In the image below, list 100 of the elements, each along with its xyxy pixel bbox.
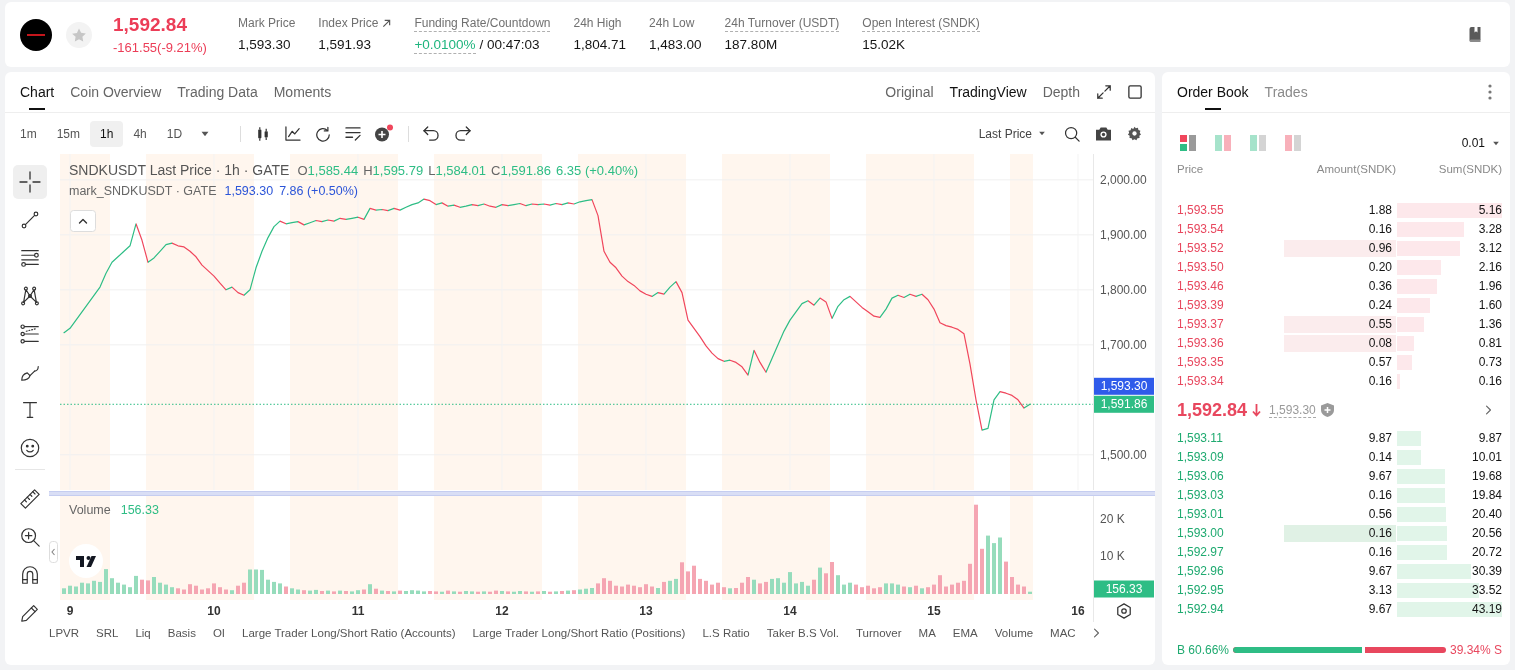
indicator-tab[interactable]: EMA — [952, 627, 978, 639]
add-icon[interactable] — [375, 124, 395, 143]
indicator-tab[interactable]: Large Trader Long/Short Ratio (Accounts) — [242, 627, 456, 639]
trend-line-icon[interactable] — [19, 209, 41, 231]
chevron-right-icon[interactable] — [1092, 627, 1100, 639]
chevron-right-icon[interactable] — [1485, 404, 1492, 416]
volume-bar — [542, 591, 546, 594]
magnet-icon[interactable] — [19, 564, 41, 586]
volume-bar — [578, 589, 582, 594]
volume-bar — [374, 588, 378, 594]
settings-icon[interactable] — [1127, 126, 1142, 141]
indicator-tab[interactable]: LPVR — [49, 627, 80, 639]
volume-bar — [902, 586, 906, 594]
pattern-icon[interactable] — [19, 285, 41, 307]
line-chart-icon[interactable] — [285, 126, 302, 141]
stat-label: 24h Low — [649, 15, 695, 32]
axis-label: 14 — [783, 604, 797, 618]
logo-icon — [20, 18, 52, 51]
indicator-tab[interactable]: OI — [212, 627, 226, 639]
indicator-tab[interactable]: Liq — [135, 627, 151, 639]
indicator-tab[interactable]: Taker B.S Vol. — [766, 627, 839, 639]
volume-bar — [254, 569, 258, 594]
interval-tab[interactable]: 15m — [46, 120, 90, 147]
volume-bar — [968, 563, 972, 594]
pencil-icon[interactable] — [19, 602, 41, 624]
interval-tab[interactable]: 1D — [156, 120, 193, 147]
redo-icon[interactable] — [455, 126, 472, 141]
sum-value: 20.40 — [1471, 507, 1502, 521]
volume-bar — [512, 591, 516, 594]
volume-bar — [392, 591, 396, 594]
indicator-tab[interactable]: Turnover — [856, 627, 902, 639]
camera-icon[interactable] — [1096, 126, 1111, 141]
volume-bar — [566, 590, 570, 594]
sum-value: 0.81 — [1478, 336, 1502, 350]
volume-bar — [128, 587, 132, 594]
indicator-tab[interactable]: MAC — [1050, 627, 1076, 639]
chart-tab[interactable]: Moments — [273, 72, 332, 112]
axis-label: 1,500.00 — [1100, 447, 1147, 462]
indicator-tab[interactable]: Basis — [167, 627, 196, 639]
search-icon[interactable] — [1064, 125, 1080, 142]
volume-bar — [170, 587, 174, 594]
caret-icon[interactable] — [200, 130, 211, 137]
shield-icon[interactable] — [1320, 403, 1334, 417]
volume-bar — [926, 587, 930, 594]
amount-cell: 0.16 — [1284, 524, 1396, 542]
settings-icon[interactable] — [1117, 603, 1131, 619]
volume-bar — [500, 591, 504, 594]
indicator-tab[interactable]: Large Trader Long/Short Ratio (Positions) — [472, 627, 686, 639]
indicator-tab[interactable]: L.S Ratio — [702, 627, 750, 639]
volume-bar — [470, 591, 474, 594]
funding-rate: +0.0100% — [414, 35, 476, 54]
sum-value: 3.12 — [1478, 241, 1502, 255]
chart-tab[interactable]: Coin Overview — [70, 72, 162, 112]
volume-bar — [398, 590, 402, 594]
volume-bar — [524, 591, 528, 594]
ruler-icon[interactable] — [19, 488, 41, 510]
chart-tab[interactable]: Trading Data — [177, 72, 258, 112]
zoom-icon[interactable] — [19, 526, 41, 548]
bid-price: 1,593.01 — [1177, 507, 1225, 521]
volume-bar — [356, 590, 360, 594]
parallel-lines-icon[interactable] — [19, 247, 41, 269]
price-source-dropdown[interactable]: Last Price — [978, 126, 1046, 141]
refresh-icon[interactable] — [315, 125, 332, 142]
axis-label: 1,800.00 — [1100, 282, 1147, 297]
square-icon[interactable] — [1128, 85, 1142, 99]
interval-tab[interactable]: 1m — [10, 120, 47, 147]
view-tab[interactable]: TradingView — [949, 84, 1027, 100]
precision-dropdown[interactable]: 0.01 — [1461, 136, 1502, 150]
indicator-tab[interactable]: SRL — [96, 627, 119, 639]
undo-icon[interactable] — [423, 126, 440, 141]
emoji-icon[interactable] — [19, 437, 41, 459]
interval-tab[interactable]: 4h — [123, 120, 157, 147]
book-icon[interactable] — [1469, 27, 1481, 42]
chevron-up-icon[interactable] — [70, 210, 96, 232]
bid-price: 1,592.97 — [1177, 545, 1225, 559]
mid-price: 1,592.84 — [1177, 399, 1248, 421]
fibonacci-icon[interactable] — [19, 323, 41, 345]
layout-both-icon[interactable] — [1180, 135, 1196, 151]
crosshair-icon[interactable] — [13, 165, 47, 199]
volume-bar — [854, 584, 858, 594]
sum-value: 1.36 — [1478, 317, 1502, 331]
indicator-tab[interactable]: MA — [918, 627, 936, 639]
volume-bar — [266, 579, 270, 594]
view-tab[interactable]: Depth — [1042, 84, 1080, 100]
countdown-value: / 00:47:03 — [479, 36, 540, 53]
logo-icon[interactable] — [69, 544, 103, 578]
list-icon[interactable] — [345, 126, 362, 141]
bid-price: 1,592.95 — [1177, 583, 1225, 597]
caret-icon — [1038, 131, 1046, 136]
view-tab[interactable]: Original — [885, 84, 934, 100]
arrow-up-right-icon[interactable] — [382, 19, 392, 28]
more-icon[interactable] — [1488, 84, 1492, 100]
indicator-tab[interactable]: Volume — [994, 627, 1034, 639]
order-book-tab[interactable]: Trades — [1264, 72, 1308, 112]
expand-icon[interactable] — [1096, 84, 1112, 100]
interval-tab[interactable]: 1h — [90, 120, 124, 147]
axis-label: 9 — [66, 604, 74, 618]
bid-price: 1,592.94 — [1177, 602, 1225, 616]
axis-label: 1,900.00 — [1100, 227, 1147, 242]
volume-bar — [614, 585, 618, 594]
